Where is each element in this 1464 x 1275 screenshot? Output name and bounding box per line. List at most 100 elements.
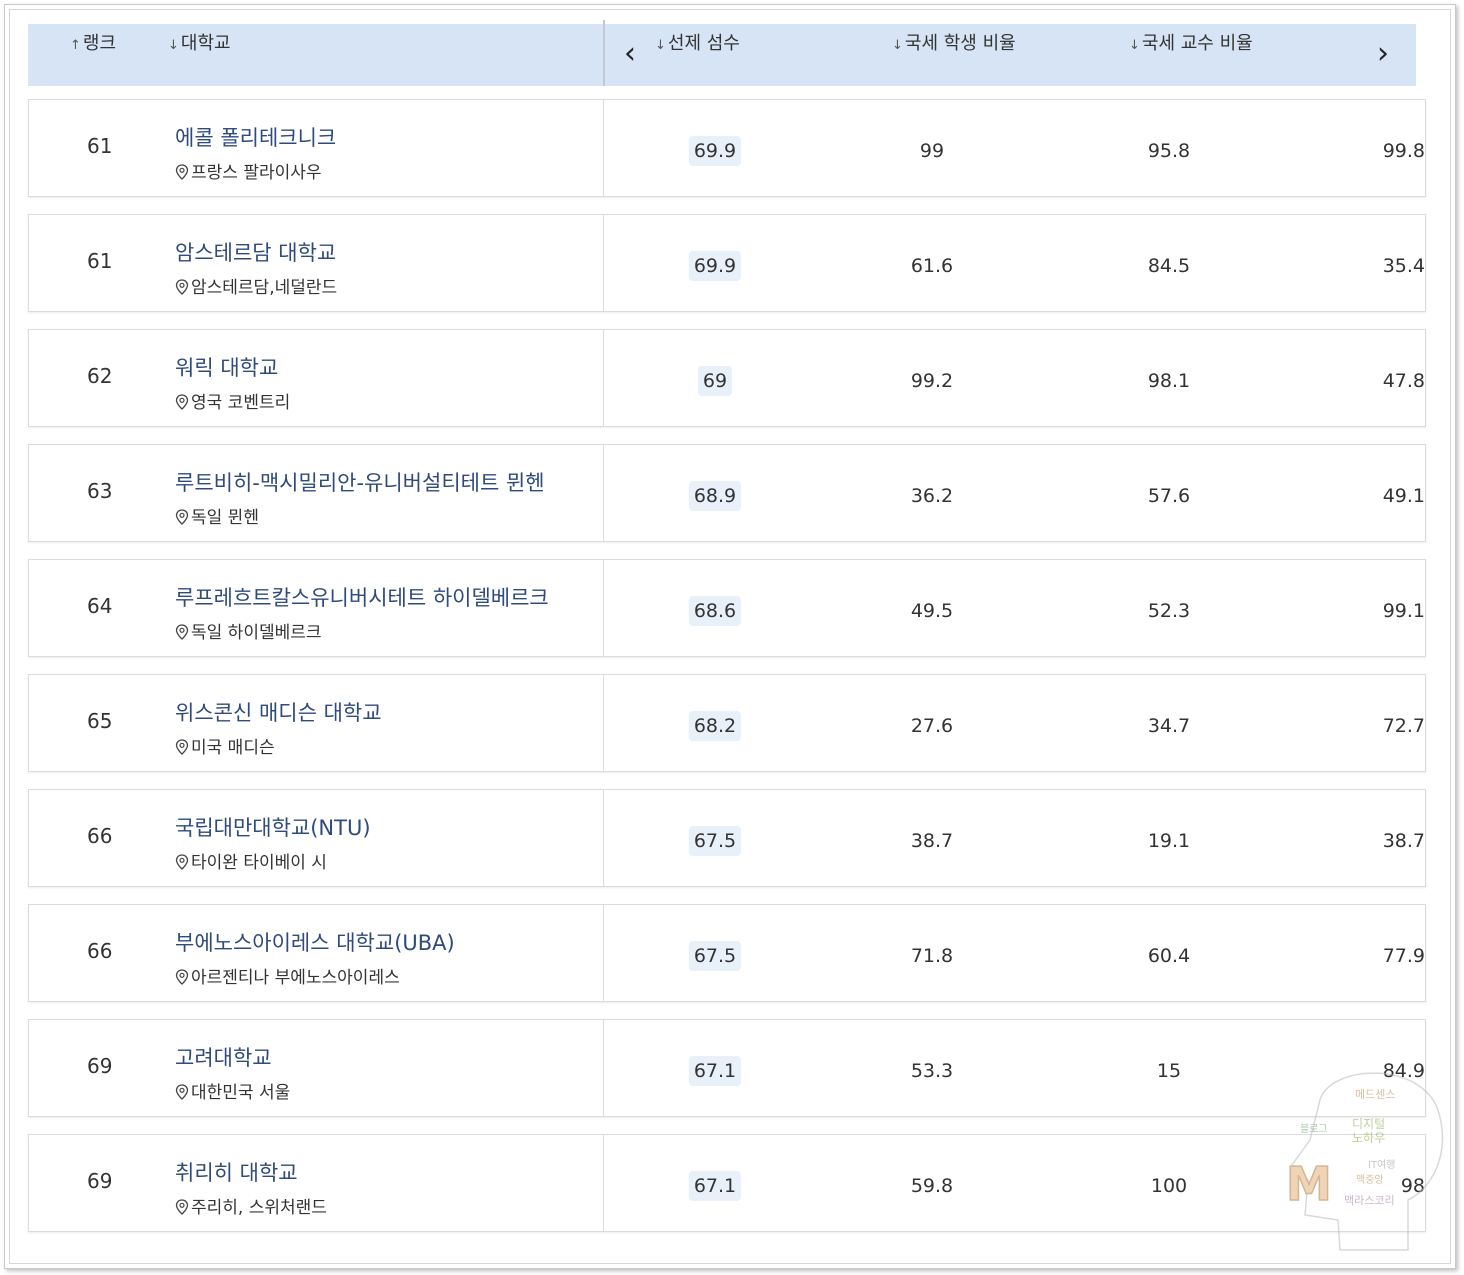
location-text: 암스테르담,네덜란드: [191, 278, 338, 298]
header-rank[interactable]: ↑ 랭크: [70, 24, 116, 64]
intl-faculty-cell: 98.1: [1147, 370, 1191, 392]
header-intl-faculty[interactable]: ↓ 국세 교수 비율: [1129, 24, 1253, 64]
header-intl-students[interactable]: ↓ 국세 학생 비율: [892, 24, 1016, 64]
next-column-cell: 98: [1400, 1175, 1425, 1197]
university-name-link[interactable]: 고려대학교: [175, 1042, 272, 1072]
intl-students-cell: 36.2: [910, 485, 954, 507]
overall-score-badge: 69: [697, 366, 733, 396]
chevron-right-icon: ›: [1377, 36, 1389, 71]
university-name-link[interactable]: 루트비히-맥시밀리안-유니버설티테트 뮌헨: [175, 467, 545, 497]
overall-score-badge: 67.5: [688, 826, 742, 856]
table-row[interactable]: 63 루트비히-맥시밀리안-유니버설티테트 뮌헨 독일 뮌헨 68.9 36.2 57.6…: [28, 444, 1426, 542]
location-pin-icon: [175, 164, 189, 180]
rank-cell: 62: [87, 364, 113, 388]
location-text: 주리히, 스위처랜드: [191, 1198, 327, 1218]
university-location: 아르젠티나 부에노스아이레스: [175, 963, 400, 988]
sticky-column-divider: [603, 905, 604, 1001]
intl-faculty-cell: 100: [1150, 1175, 1188, 1197]
table-row[interactable]: 61 에콜 폴리테크니크 프랑스 팔라이사우 69.9 99 95.8 99.8: [28, 99, 1426, 197]
header-intl-faculty-label: 국세 교수 비율: [1141, 33, 1253, 54]
chevron-left-icon: ‹: [624, 36, 636, 71]
university-location: 프랑스 팔라이사우: [175, 158, 322, 183]
intl-students-cell: 38.7: [910, 830, 954, 852]
sort-down-icon: ↓: [892, 38, 903, 53]
location-text: 미국 매디슨: [191, 738, 275, 758]
location-text: 대한민국 서울: [191, 1083, 291, 1103]
next-column-cell: 47.8: [1382, 370, 1425, 392]
intl-faculty-cell: 57.6: [1147, 485, 1191, 507]
overall-score-badge: 67.1: [688, 1171, 742, 1201]
location-text: 독일 뮌헨: [191, 508, 259, 528]
sticky-column-divider: [603, 20, 605, 86]
header-rank-label: 랭크: [82, 33, 117, 54]
rank-cell: 69: [87, 1054, 113, 1078]
intl-students-cell: 99.2: [910, 370, 954, 392]
university-location: 타이완 타이베이 시: [175, 848, 327, 873]
rank-cell: 65: [87, 709, 113, 733]
overall-score-badge: 68.2: [688, 711, 742, 741]
sticky-column-divider: [603, 560, 604, 656]
scroll-right-button[interactable]: ›: [1368, 34, 1398, 74]
location-pin-icon: [175, 1084, 189, 1100]
university-location: 미국 매디슨: [175, 733, 275, 758]
rank-cell: 69: [87, 1169, 113, 1193]
university-name-link[interactable]: 부에노스아이레스 대학교(UBA): [175, 927, 455, 957]
table-row[interactable]: 66 국립대만대학교(NTU) 타이완 타이베이 시 67.5 38.7 19.1 38.7: [28, 789, 1426, 887]
header-university-label: 대학교: [180, 33, 231, 54]
sort-down-icon: ↓: [655, 38, 666, 53]
sticky-column-divider: [603, 1020, 604, 1116]
university-location: 주리히, 스위처랜드: [175, 1193, 327, 1218]
university-name-link[interactable]: 국립대만대학교(NTU): [175, 812, 371, 842]
intl-students-cell: 61.6: [910, 255, 954, 277]
header-overall-score[interactable]: ↓ 선제 섬수: [655, 24, 740, 64]
scroll-left-button[interactable]: ‹: [615, 34, 645, 74]
rank-cell: 63: [87, 479, 113, 503]
intl-faculty-cell: 95.8: [1147, 140, 1191, 162]
sort-up-icon: ↑: [70, 38, 81, 53]
intl-students-cell: 53.3: [910, 1060, 954, 1082]
sticky-column-divider: [603, 100, 604, 196]
table-row[interactable]: 66 부에노스아이레스 대학교(UBA) 아르젠티나 부에노스아이레스 67.5 71.…: [28, 904, 1426, 1002]
intl-faculty-cell: 15: [1156, 1060, 1182, 1082]
sort-down-icon: ↓: [168, 38, 179, 53]
table-row[interactable]: 69 고려대학교 대한민국 서울 67.1 53.3 15 84.9: [28, 1019, 1426, 1117]
university-name-link[interactable]: 암스테르담 대학교: [175, 237, 336, 267]
university-name-link[interactable]: 취리히 대학교: [175, 1157, 298, 1187]
university-name-link[interactable]: 워릭 대학교: [175, 352, 278, 382]
sticky-column-divider: [603, 1135, 604, 1231]
location-pin-icon: [175, 969, 189, 985]
header-university[interactable]: ↓ 대학교: [168, 24, 231, 64]
location-text: 아르젠티나 부에노스아이레스: [191, 968, 400, 988]
university-location: 독일 뮌헨: [175, 503, 259, 528]
next-column-cell: 38.7: [1382, 830, 1425, 852]
intl-students-cell: 49.5: [910, 600, 954, 622]
next-column-cell: 72.7: [1382, 715, 1425, 737]
rank-cell: 66: [87, 939, 113, 963]
intl-faculty-cell: 19.1: [1147, 830, 1191, 852]
rank-cell: 61: [87, 134, 113, 158]
sticky-column-divider: [603, 445, 604, 541]
location-pin-icon: [175, 279, 189, 295]
table-row[interactable]: 62 워릭 대학교영국 코벤트리 69 99.2 98.1 47.8: [28, 329, 1426, 427]
university-location: 독일 하이델베르크: [175, 618, 322, 643]
table-row[interactable]: 64 루프레흐트칼스유니버시테트 하이델베르크 독일 하이델베르크 68.6 49.5 5…: [28, 559, 1426, 657]
university-name-link[interactable]: 에콜 폴리테크니크: [175, 122, 336, 152]
sticky-column-divider: [603, 790, 604, 886]
university-name-link[interactable]: 위스콘신 매디슨 대학교: [175, 697, 382, 727]
location-text: 독일 하이델베르크: [191, 623, 322, 643]
overall-score-badge: 69.9: [688, 251, 742, 281]
university-location: 영국 코벤트리: [175, 388, 290, 413]
sticky-column-divider: [603, 215, 604, 311]
intl-faculty-cell: 84.5: [1147, 255, 1191, 277]
sticky-column-divider: [603, 675, 604, 771]
location-text: 영국 코벤트리: [191, 393, 291, 413]
intl-students-cell: 99: [919, 140, 945, 162]
rank-cell: 61: [87, 249, 113, 273]
university-name-link[interactable]: 루프레흐트칼스유니버시테트 하이델베르크: [175, 582, 549, 612]
table-row[interactable]: 65 위스콘신 매디슨 대학교 미국 매디슨 68.2 27.6 34.7 72.7: [28, 674, 1426, 772]
next-column-cell: 49.1: [1382, 485, 1425, 507]
overall-score-badge: 68.6: [688, 596, 742, 626]
table-row[interactable]: 69 취리히 대학교 주리히, 스위처랜드 67.1 59.8 100 98: [28, 1134, 1426, 1232]
overall-score-badge: 69.9: [688, 136, 742, 166]
table-row[interactable]: 61 암스테르담 대학교 암스테르담,네덜란드 69.9 61.6 84.5 35.4: [28, 214, 1426, 312]
